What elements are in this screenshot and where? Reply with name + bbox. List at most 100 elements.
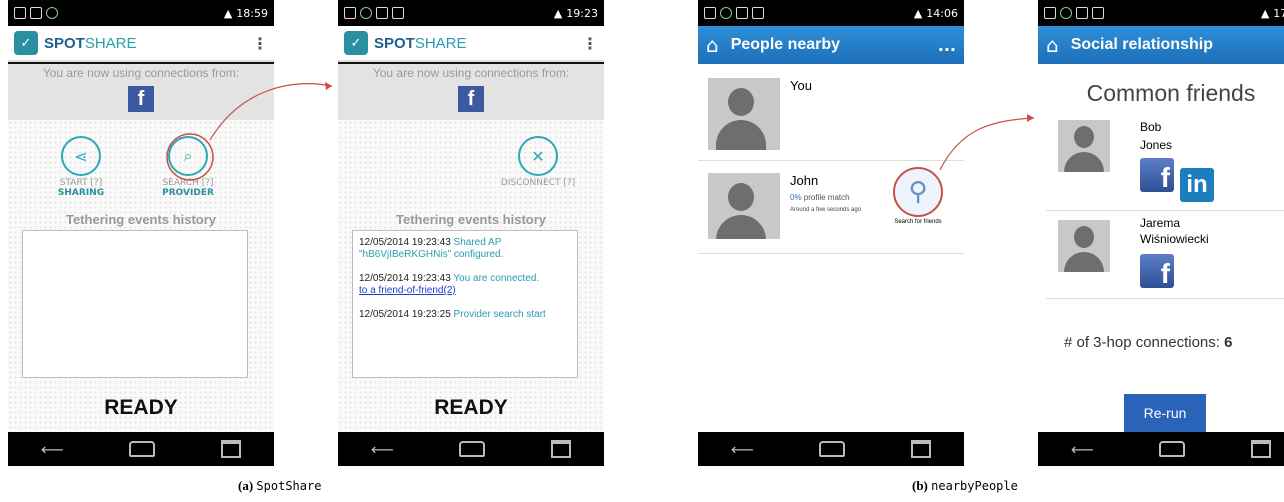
notification-icon bbox=[1076, 7, 1088, 19]
overflow-menu-icon[interactable]: ⋮ bbox=[252, 34, 268, 53]
friend-row[interactable]: Jarema Wiśniowiecki f bbox=[1038, 214, 1284, 298]
notification-icon bbox=[736, 7, 748, 19]
recents-icon[interactable] bbox=[551, 440, 572, 458]
caption-b: (b) nearbyPeople bbox=[912, 478, 1018, 493]
home-icon[interactable] bbox=[819, 441, 846, 457]
friend-first-name: Jarema bbox=[1140, 216, 1181, 230]
friend-last-name: Wiśniowiecki bbox=[1140, 232, 1209, 246]
common-friends-heading: Common friends bbox=[1086, 80, 1256, 106]
history-log: 12/05/2014 19:23:43 Shared AP "hB6VjIBeR… bbox=[352, 230, 578, 378]
divider bbox=[1046, 298, 1284, 299]
history-event: 12/05/2014 19:23:43 Shared AP "hB6VjIBeR… bbox=[359, 237, 504, 260]
mail-icon bbox=[30, 7, 42, 19]
signal-icon: ▲ bbox=[553, 6, 563, 20]
status-ready: READY bbox=[434, 396, 508, 419]
overflow-menu-icon[interactable]: ⋮ bbox=[582, 34, 598, 53]
arrow-head bbox=[325, 82, 332, 90]
status-time: 14:06 bbox=[926, 6, 958, 20]
friend-row[interactable]: Bob Jones f in bbox=[1038, 118, 1284, 210]
rerun-button[interactable]: Re-run bbox=[1124, 394, 1206, 432]
search-provider-hint: SEARCH [?] bbox=[162, 178, 214, 188]
status-time: 19:23 bbox=[566, 6, 598, 20]
back-icon[interactable]: ⟵ bbox=[371, 440, 394, 459]
recents-icon[interactable] bbox=[221, 440, 242, 458]
avatar bbox=[708, 78, 780, 150]
disconnect-button[interactable]: ✕ DISCONNECT [?] bbox=[488, 136, 588, 188]
notification-icon bbox=[752, 7, 764, 19]
notification-icon bbox=[392, 7, 404, 19]
nav-bar: ⟵ bbox=[698, 432, 964, 466]
linkedin-icon: in bbox=[1180, 168, 1214, 202]
status-time: 18:59 bbox=[236, 6, 268, 20]
start-sharing-hint: START [?] bbox=[59, 178, 103, 188]
notification-icon bbox=[1092, 7, 1104, 19]
search-provider-label: PROVIDER bbox=[162, 188, 214, 198]
friend-of-friend-link[interactable]: to a friend-of-friend(2) bbox=[359, 285, 456, 296]
nav-bar: ⟵ bbox=[8, 432, 274, 466]
status-bar: ▲17:3 bbox=[1038, 0, 1284, 26]
disconnect-label: DISCONNECT [?] bbox=[500, 178, 576, 188]
app-name: SPOTSHARE bbox=[374, 34, 467, 52]
app-bar: ✓ SPOTSHARE ⋮ bbox=[8, 26, 274, 62]
badge-icon bbox=[360, 7, 372, 19]
home-icon[interactable] bbox=[129, 441, 156, 457]
badge-icon bbox=[720, 7, 732, 19]
disconnect-icon: ✕ bbox=[518, 136, 558, 176]
badge-icon bbox=[1060, 7, 1072, 19]
search-friends-label: Search for friends bbox=[894, 219, 942, 225]
last-seen: Around a few seconds ago bbox=[790, 207, 862, 213]
back-icon[interactable]: ⟵ bbox=[41, 440, 64, 459]
list-item[interactable]: John 0% profile match Around a few secon… bbox=[698, 161, 964, 253]
nav-bar: ⟵ bbox=[1038, 432, 1284, 466]
relationship-content: Common friends Bob Jones f in Jarema Wiśn… bbox=[1038, 64, 1284, 432]
network-icons: f in bbox=[1140, 158, 1214, 202]
back-icon[interactable]: ⟵ bbox=[731, 440, 754, 459]
notification-icon bbox=[14, 7, 26, 19]
spotshare-logo-icon: ✓ bbox=[344, 31, 368, 55]
avatar bbox=[1058, 220, 1110, 272]
magnifier-icon: ⚲ bbox=[893, 167, 943, 217]
home-icon[interactable] bbox=[459, 441, 486, 457]
history-title: Tethering events history bbox=[65, 212, 216, 227]
status-bar: ▲ 19:23 bbox=[338, 0, 604, 26]
connections-text: You are now using connections from: bbox=[372, 66, 570, 80]
history-event: 12/05/2014 19:23:25 Provider search star… bbox=[359, 309, 546, 320]
facebook-icon: f bbox=[1140, 158, 1174, 192]
connections-band: You are now using connections from: f bbox=[8, 64, 274, 120]
friend-first-name: Bob bbox=[1140, 120, 1162, 134]
share-icon: ⋖ bbox=[61, 136, 101, 176]
wifi-signal-icon: ▲ bbox=[223, 6, 233, 20]
app-name: SPOTSHARE bbox=[44, 34, 137, 52]
more-menu-button[interactable]: ... bbox=[938, 36, 956, 55]
notification-icon bbox=[376, 7, 388, 19]
nav-bar: ⟵ bbox=[338, 432, 604, 466]
avatar bbox=[1058, 120, 1110, 172]
back-icon[interactable]: ⟵ bbox=[1071, 440, 1094, 459]
action-bar: ⌂ Social relationship bbox=[1038, 26, 1284, 64]
badge-icon bbox=[46, 7, 58, 19]
hop-connections: # of 3-hop connections: 6 bbox=[1064, 334, 1233, 351]
history-title: Tethering events history bbox=[395, 212, 546, 227]
mail-icon bbox=[344, 7, 356, 19]
social-relationship-phone: ▲17:3 ⌂ Social relationship Common frien… bbox=[1038, 0, 1284, 466]
status-bar: ▲ 14:06 bbox=[698, 0, 964, 26]
facebook-icon: f bbox=[458, 86, 484, 112]
recents-icon[interactable] bbox=[1251, 440, 1272, 458]
caption-a: (a) SpotShare bbox=[238, 478, 322, 493]
person-name: John bbox=[790, 173, 819, 188]
home-icon[interactable]: ⌂ bbox=[1046, 33, 1059, 57]
spotshare-logo-icon: ✓ bbox=[14, 31, 38, 55]
wifi-signal-icon: ▲ bbox=[913, 6, 923, 20]
home-icon[interactable]: ⌂ bbox=[706, 33, 719, 57]
search-provider-button[interactable]: ⌕ SEARCH [?] PROVIDER bbox=[153, 136, 223, 198]
search-friends-button[interactable]: ⚲ Search for friends bbox=[886, 167, 950, 225]
page-title: Social relationship bbox=[1070, 36, 1213, 53]
status-ready: READY bbox=[104, 396, 178, 419]
home-icon[interactable] bbox=[1159, 441, 1186, 457]
list-item[interactable]: You bbox=[698, 64, 964, 160]
profile-match: 0% profile match bbox=[790, 193, 850, 202]
wifi-signal-icon: ▲ bbox=[1260, 6, 1270, 20]
recents-icon[interactable] bbox=[911, 440, 932, 458]
start-sharing-button[interactable]: ⋖ START [?] SHARING bbox=[46, 136, 116, 198]
facebook-icon: f bbox=[1140, 254, 1174, 288]
